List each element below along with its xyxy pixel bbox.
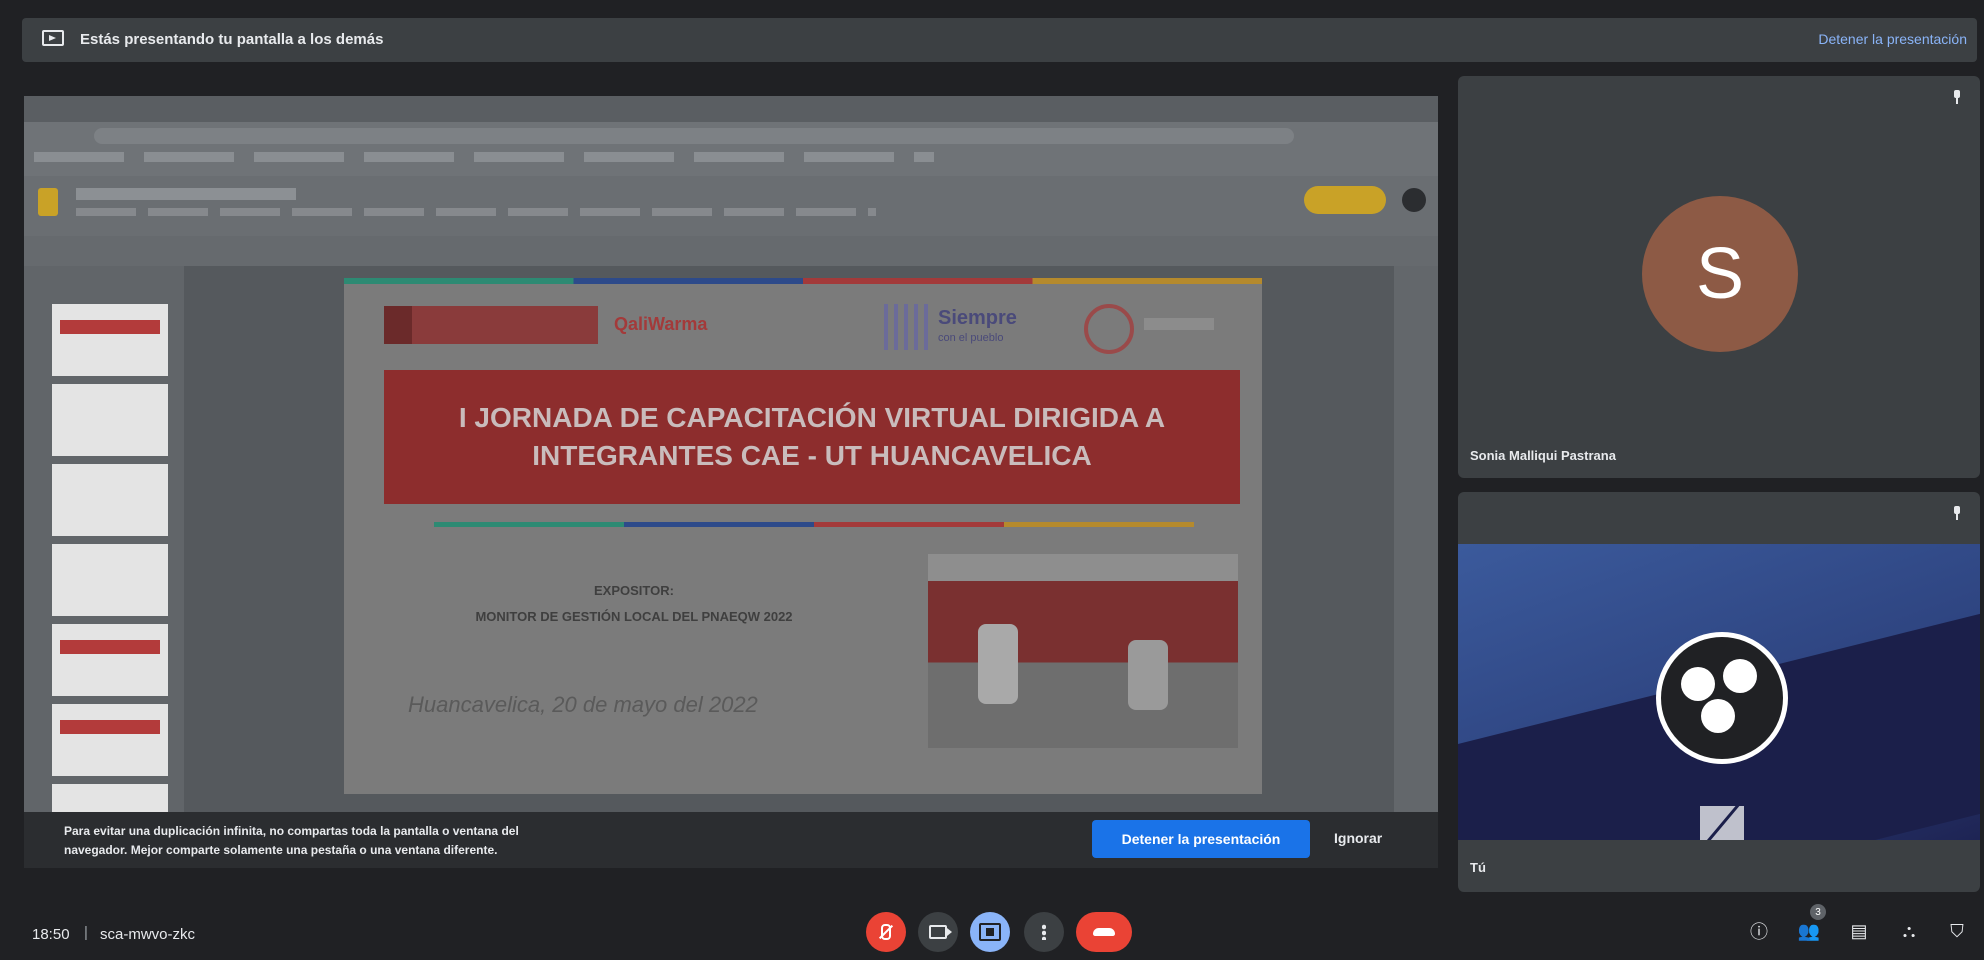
people-icon: 👥 (1797, 920, 1821, 941)
slide-thumbnail (52, 624, 168, 696)
browser-bookmarks-bar (34, 152, 934, 162)
slides-app-header (24, 176, 1438, 236)
slide-thumbnail (52, 464, 168, 536)
slide-thumbnail (52, 384, 168, 456)
present-now-button[interactable] (970, 912, 1010, 952)
meeting-time: 18:50 (32, 926, 70, 943)
siempre-subtitle: con el pueblo (938, 332, 1004, 344)
camera-off-icon (1700, 806, 1744, 840)
shared-screen-preview: QaliWarma Siempre con el pueblo I JORNAD… (24, 96, 1438, 868)
qaliwarma-logo-text: QaliWarma (614, 314, 708, 334)
shield-icon: ⛉ (1950, 920, 1964, 941)
government-logo (384, 306, 598, 344)
siempre-title: Siempre (938, 307, 1017, 329)
microphone-toggle-button[interactable] (866, 912, 906, 952)
camera-toggle-button[interactable] (918, 912, 958, 952)
slides-thumbnail-panel (24, 266, 184, 868)
more-options-button[interactable] (1024, 912, 1064, 952)
siempre-logo-text: Siempre con el pueblo (938, 308, 1017, 348)
hang-up-icon (1093, 928, 1115, 936)
activities-icon: ⛬ (1902, 920, 1916, 941)
slides-side-rail (1394, 266, 1438, 868)
participant-count-badge: 3 (1810, 904, 1826, 920)
self-video-feed (1458, 544, 1980, 840)
infinite-mirror-warning: Para evitar una duplicación infinita, no… (24, 812, 1438, 868)
slides-logo-icon (38, 188, 58, 216)
leave-call-button[interactable] (1076, 912, 1132, 952)
slide-expositor: EXPOSITOR: MONITOR DE GESTIÓN LOCAL DEL … (475, 583, 793, 624)
chat-button[interactable]: ▤ (1846, 918, 1872, 944)
participants-button[interactable]: 👥 (1796, 918, 1822, 944)
camera-icon (929, 925, 952, 939)
participant-avatar: S (1642, 196, 1798, 352)
siempre-logo-bars (884, 304, 928, 350)
meeting-info-button[interactable]: ⓘ (1746, 918, 1772, 944)
slides-doc-title (76, 188, 296, 200)
slide-color-stripe (344, 278, 1262, 284)
mic-off-icon (881, 924, 891, 940)
slides-account-avatar (1402, 188, 1426, 212)
meeting-controls-bar: 18:50 | sca-mwvo-zkc ⓘ 👥 3 ▤ ⛬ ⛉ (0, 900, 1984, 960)
ignore-button[interactable]: Ignorar (1334, 830, 1382, 846)
slide-thumbnail (52, 304, 168, 376)
present-icon (979, 923, 1001, 941)
meeting-code: sca-mwvo-zkc (100, 926, 196, 943)
chat-icon: ▤ (1850, 920, 1868, 941)
slide-date: Huancavelica, 20 de mayo del 2022 (408, 692, 758, 717)
presenting-banner: Estás presentando tu pantalla a los demá… (22, 18, 1977, 62)
participant-tile[interactable]: S Sonia Malliqui Pastrana (1458, 76, 1980, 478)
more-vert-icon (1042, 924, 1046, 940)
slide-headline: I JORNADA DE CAPACITACIÓN VIRTUAL DIRIGI… (458, 402, 1166, 471)
pin-icon[interactable] (1952, 506, 1962, 520)
slide-thumbnail (52, 544, 168, 616)
info-icon: ⓘ (1750, 922, 1768, 942)
stop-presenting-link[interactable]: Detener la presentación (1818, 31, 1967, 47)
current-slide: QaliWarma Siempre con el pueblo I JORNAD… (344, 278, 1262, 794)
slides-toolbar (24, 236, 1438, 266)
slide-thumbnail (52, 704, 168, 776)
stop-presenting-button[interactable]: Detener la presentación (1092, 820, 1310, 858)
browser-address-bar (94, 128, 1294, 144)
browser-tabstrip (24, 96, 1438, 122)
pin-icon[interactable] (1952, 90, 1962, 104)
self-name: Tú (1470, 860, 1486, 875)
slide-divider-stripe (434, 522, 1194, 527)
obs-logo-icon (1656, 632, 1788, 764)
present-screen-icon (42, 30, 64, 46)
participant-name: Sonia Malliqui Pastrana (1470, 448, 1616, 463)
host-controls-button[interactable]: ⛉ (1944, 918, 1970, 944)
slide-headline-banner: I JORNADA DE CAPACITACIÓN VIRTUAL DIRIGI… (384, 370, 1240, 504)
seal-caption (1144, 318, 1214, 330)
activities-button[interactable]: ⛬ (1896, 918, 1922, 944)
slides-share-button (1304, 186, 1386, 214)
browser-chrome (24, 96, 1438, 176)
warning-text: Para evitar una duplicación infinita, no… (64, 824, 519, 857)
bicentenario-seal-icon (1084, 304, 1134, 354)
self-tile[interactable]: Tú (1458, 492, 1980, 892)
slides-menu-bar (76, 208, 876, 216)
time-separator: | (84, 924, 88, 941)
presenting-message: Estás presentando tu pantalla a los demá… (80, 31, 384, 48)
slide-photo (928, 554, 1238, 748)
